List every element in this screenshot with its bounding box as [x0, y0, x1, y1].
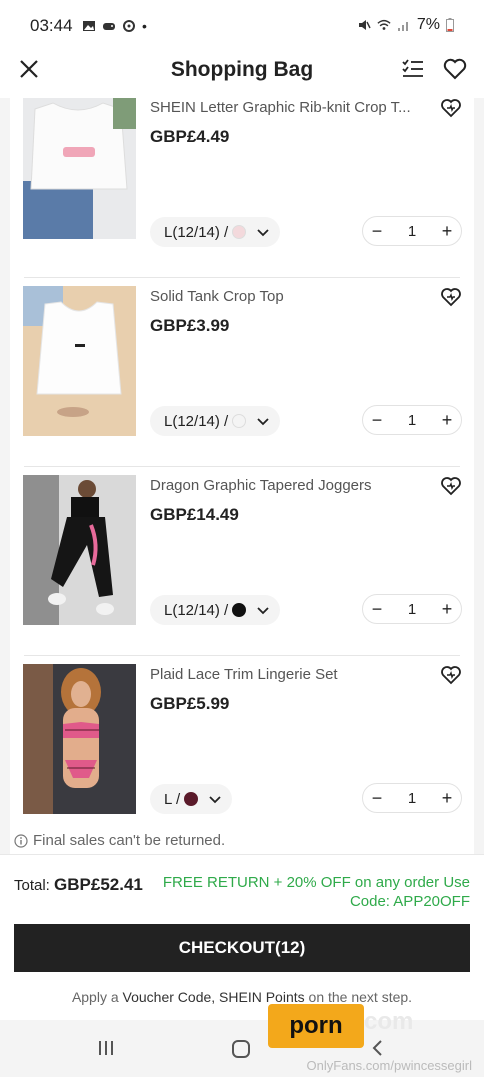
- total-summary: Total: GBP£52.41: [14, 875, 143, 895]
- decrease-button[interactable]: −: [363, 595, 391, 623]
- product-image[interactable]: [23, 286, 136, 436]
- variant-selector[interactable]: L /: [150, 784, 233, 814]
- product-title[interactable]: SHEIN Letter Graphic Rib-knit Crop T...: [150, 99, 422, 116]
- final-sales-note: Final sales can't be returned.: [14, 832, 225, 849]
- status-bar: 03:44 • 7%: [0, 0, 484, 52]
- product-title[interactable]: Dragon Graphic Tapered Joggers: [150, 477, 422, 494]
- battery-percent: 7%: [416, 16, 440, 33]
- status-right: 7%: [357, 16, 454, 34]
- cart-list: SHEIN Letter Graphic Rib-knit Crop T... …: [10, 98, 474, 854]
- product-image[interactable]: [23, 475, 136, 625]
- color-swatch: [184, 792, 199, 806]
- watermark-credit: OnlyFans.com/pwincessegirl: [306, 1058, 472, 1073]
- voucher-prefix: Apply a: [71, 989, 119, 1005]
- product-image[interactable]: [23, 98, 136, 239]
- increase-button[interactable]: +: [433, 217, 461, 245]
- product-photo-crop-tee: [23, 98, 136, 239]
- home-icon[interactable]: [230, 1038, 252, 1060]
- color-swatch: [232, 603, 247, 617]
- watermark-ghost-text: com: [364, 1008, 414, 1035]
- quantity-value[interactable]: 1: [408, 790, 416, 807]
- status-dot: •: [142, 18, 147, 34]
- chevron-down-icon: [257, 229, 269, 237]
- variant-selector[interactable]: L(12/14) /: [150, 595, 281, 625]
- increase-button[interactable]: +: [433, 406, 461, 434]
- variant-selector[interactable]: L(12/14) /: [150, 217, 281, 247]
- quantity-stepper: − 1 +: [362, 594, 462, 624]
- back-icon[interactable]: [368, 1038, 388, 1058]
- cart-item: Plaid Lace Trim Lingerie Set GBP£5.99 L …: [10, 656, 474, 832]
- product-title[interactable]: Solid Tank Crop Top: [150, 288, 422, 305]
- notification-icons: •: [82, 18, 147, 34]
- checkout-button[interactable]: CHECKOUT(12): [14, 924, 470, 972]
- product-photo-lingerie: [23, 664, 136, 814]
- product-title[interactable]: Plaid Lace Trim Lingerie Set: [150, 666, 422, 683]
- quantity-stepper: − 1 +: [362, 783, 462, 813]
- total-value: GBP£52.41: [54, 875, 143, 894]
- app-header: Shopping Bag: [0, 52, 484, 98]
- checklist-icon[interactable]: [400, 56, 426, 82]
- gallery-icon: [83, 21, 95, 31]
- cart-item: Solid Tank Crop Top GBP£3.99 L(12/14) / …: [10, 278, 474, 467]
- product-image[interactable]: [23, 664, 136, 814]
- cart-item: Dragon Graphic Tapered Joggers GBP£14.49…: [10, 467, 474, 656]
- voucher-suffix: on the next step.: [308, 989, 413, 1005]
- variant-label: L /: [164, 790, 181, 808]
- move-to-wishlist-icon[interactable]: [440, 475, 462, 497]
- decrease-button[interactable]: −: [363, 406, 391, 434]
- product-price: GBP£4.49: [150, 127, 230, 146]
- status-time: 03:44: [30, 16, 73, 35]
- chevron-down-icon: [257, 418, 269, 426]
- cart-item: SHEIN Letter Graphic Rib-knit Crop T... …: [10, 98, 474, 278]
- variant-label: L(12/14) /: [164, 601, 229, 619]
- info-icon: [14, 833, 28, 848]
- variant-selector[interactable]: L(12/14) /: [150, 406, 281, 436]
- sync-icon: [123, 20, 135, 32]
- color-swatch: [232, 414, 247, 428]
- quantity-value[interactable]: 1: [408, 601, 416, 618]
- mute-icon: [358, 20, 371, 30]
- variant-label: L(12/14) /: [164, 223, 229, 241]
- wifi-icon: [377, 19, 391, 30]
- product-price: GBP£14.49: [150, 505, 239, 524]
- color-swatch: [232, 225, 247, 239]
- total-label: Total:: [14, 877, 50, 894]
- decrease-button[interactable]: −: [363, 784, 391, 812]
- increase-button[interactable]: +: [433, 595, 461, 623]
- checkout-footer: Total: GBP£52.41 FREE RETURN + 20% OFF o…: [0, 854, 484, 1020]
- promo-banner: FREE RETURN + 20% OFF on any order Use C…: [162, 874, 470, 910]
- move-to-wishlist-icon[interactable]: [440, 286, 462, 308]
- voucher-highlight: Voucher Code, SHEIN Points: [122, 989, 305, 1005]
- battery-icon: [446, 18, 454, 32]
- final-sales-text: Final sales can't be returned.: [33, 832, 226, 849]
- wishlist-heart-icon[interactable]: [442, 56, 468, 82]
- chevron-down-icon: [257, 607, 269, 615]
- voucher-note: Apply a Voucher Code, SHEIN Points on th…: [0, 989, 484, 1005]
- quantity-value[interactable]: 1: [408, 223, 416, 240]
- move-to-wishlist-icon[interactable]: [440, 664, 462, 686]
- signal-icon: [397, 22, 408, 31]
- watermark-logo: porn: [268, 1004, 364, 1048]
- move-to-wishlist-icon[interactable]: [440, 98, 462, 119]
- product-photo-joggers: [23, 475, 136, 625]
- quantity-stepper: − 1 +: [362, 405, 462, 435]
- recent-apps-icon[interactable]: [96, 1038, 116, 1058]
- quantity-stepper: − 1 +: [362, 216, 462, 246]
- product-price: GBP£5.99: [150, 694, 230, 713]
- gamepad-icon: [103, 23, 115, 30]
- quantity-value[interactable]: 1: [408, 412, 416, 429]
- increase-button[interactable]: +: [433, 784, 461, 812]
- product-price: GBP£3.99: [150, 316, 230, 335]
- variant-label: L(12/14) /: [164, 412, 229, 430]
- product-photo-tank-top: [23, 286, 136, 436]
- chevron-down-icon: [209, 796, 221, 804]
- decrease-button[interactable]: −: [363, 217, 391, 245]
